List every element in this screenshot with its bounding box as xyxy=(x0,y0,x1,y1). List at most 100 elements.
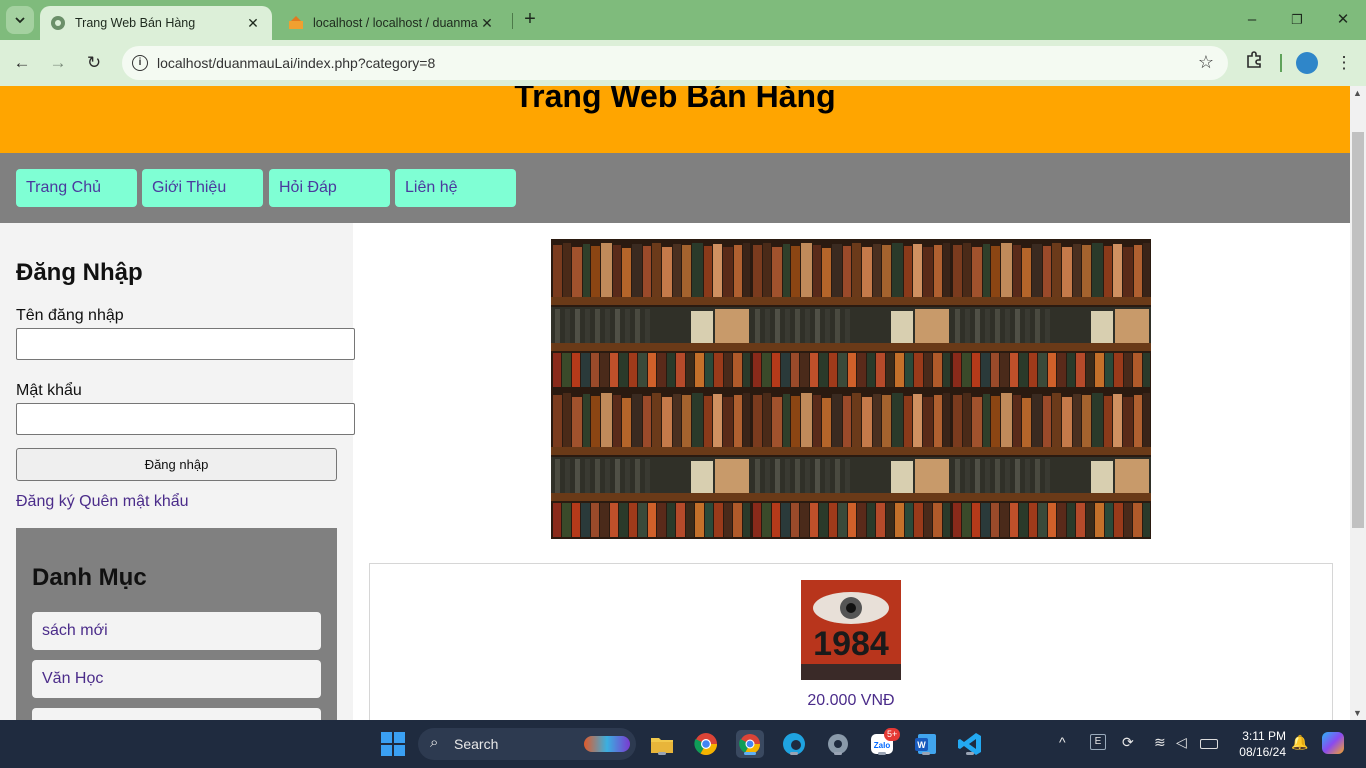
svg-text:W: W xyxy=(917,740,926,750)
bookshelf-image xyxy=(551,239,1151,539)
category-item-van-hoc[interactable]: Văn Học xyxy=(32,660,321,698)
extensions-button[interactable] xyxy=(1242,51,1266,75)
product-price: 20.000 VNĐ xyxy=(807,692,895,709)
nav-gioi-thieu[interactable]: Giới Thiệu xyxy=(142,169,263,207)
login-title: Đăng Nhập xyxy=(16,259,143,286)
info-icon[interactable]: i xyxy=(132,55,148,71)
password-label: Mật khẩu xyxy=(16,382,82,399)
nav-trang-chu[interactable]: Trang Chủ xyxy=(16,169,137,207)
close-window-button[interactable]: ✕ xyxy=(1331,8,1355,32)
tab-title: localhost / localhost / duanmau xyxy=(313,16,478,30)
back-button[interactable]: ← xyxy=(10,51,34,75)
page-viewport: Trang Web Bán Hàng Trang Chủ Giới Thiệu … xyxy=(0,86,1350,720)
running-indicator xyxy=(658,752,666,755)
taskbar-search[interactable]: ⌕ Search xyxy=(418,728,636,760)
nav-hoi-dap[interactable]: Hỏi Đáp xyxy=(269,169,390,207)
username-label: Tên đăng nhập xyxy=(16,307,124,324)
start-button[interactable] xyxy=(381,732,405,756)
input-method-icon[interactable]: E xyxy=(1090,734,1106,750)
puzzle-icon xyxy=(1247,51,1261,68)
browser-toolbar: ← → ↻ i localhost/duanmauLai/index.php?c… xyxy=(0,40,1366,86)
tab-separator xyxy=(512,13,513,29)
svg-text:Zalo: Zalo xyxy=(874,741,891,750)
clock-time: 3:11 PM xyxy=(1242,729,1286,743)
zalo-button[interactable]: Zalo 5+ xyxy=(868,728,901,758)
scrollbar-thumb[interactable] xyxy=(1352,132,1364,528)
running-indicator xyxy=(790,752,798,755)
arrow-left-icon: ← xyxy=(13,53,31,72)
forgot-password-link[interactable]: Quên mật khẩu xyxy=(79,493,188,510)
volume-icon[interactable]: ◁ xyxy=(1176,734,1187,751)
close-icon[interactable]: ✕ xyxy=(478,15,496,32)
address-bar[interactable]: i localhost/duanmauLai/index.php?categor… xyxy=(122,46,1228,80)
login-button[interactable]: Đăng nhập xyxy=(16,448,337,481)
running-indicator xyxy=(834,752,842,755)
scroll-down-icon[interactable]: ▼ xyxy=(1353,708,1362,718)
product-image[interactable]: 1984 xyxy=(801,580,901,680)
close-icon[interactable]: ✕ xyxy=(244,15,262,32)
windows-icon xyxy=(381,732,392,743)
search-highlight-icon xyxy=(584,736,630,752)
nav-lien-he[interactable]: Liên hệ xyxy=(395,169,516,207)
tab-search-button[interactable] xyxy=(6,6,34,34)
url-text[interactable]: localhost/duanmauLai/index.php?category=… xyxy=(157,55,435,71)
chrome-button[interactable] xyxy=(692,730,720,758)
username-input[interactable] xyxy=(16,328,355,360)
running-indicator xyxy=(966,752,974,755)
category-item-sach-moi[interactable]: sách mới xyxy=(32,612,321,650)
page-scrollbar[interactable]: ▲ ▼ xyxy=(1350,86,1366,720)
minimize-button[interactable]: – xyxy=(1240,8,1264,32)
close-icon: ✕ xyxy=(1336,11,1350,28)
phpmyadmin-icon xyxy=(289,16,303,29)
minimize-icon: – xyxy=(1247,11,1257,28)
browser-tab-bar: Trang Web Bán Hàng ✕ localhost / localho… xyxy=(0,0,1366,40)
battery-icon[interactable] xyxy=(1200,739,1218,749)
windows-icon-pane xyxy=(394,745,405,756)
chrome-active-button[interactable] xyxy=(736,730,764,758)
password-input[interactable] xyxy=(16,403,355,435)
plus-icon: + xyxy=(524,8,536,30)
edge-button[interactable] xyxy=(780,730,808,758)
settings-button[interactable] xyxy=(824,730,852,758)
site-nav: Trang Chủ Giới Thiệu Hỏi Đáp Liên hệ xyxy=(0,153,1350,223)
forward-button[interactable]: → xyxy=(46,51,70,75)
book-cover-1984: 1984 xyxy=(801,580,901,680)
chrome-menu-button[interactable]: ⋮ xyxy=(1332,51,1356,75)
tab-phpmyadmin[interactable]: localhost / localhost / duanmau ✕ xyxy=(278,6,506,40)
sidebar: Đăng Nhập Tên đăng nhập Mật khẩu Đăng nh… xyxy=(0,223,355,720)
file-explorer-button[interactable] xyxy=(648,730,676,758)
search-placeholder: Search xyxy=(454,736,499,752)
running-indicator xyxy=(744,752,756,755)
new-tab-button[interactable]: + xyxy=(518,8,542,32)
category-item[interactable] xyxy=(32,708,321,720)
globe-icon xyxy=(51,16,65,30)
star-icon[interactable]: ☆ xyxy=(1198,52,1214,73)
copilot-icon[interactable] xyxy=(1322,732,1344,754)
clock-date: 08/16/24 xyxy=(1239,745,1286,759)
scroll-up-icon[interactable]: ▲ xyxy=(1353,88,1362,98)
windows-icon-pane xyxy=(394,732,405,743)
sync-icon[interactable]: ⟳ xyxy=(1122,734,1134,751)
tab-trang-web[interactable]: Trang Web Bán Hàng ✕ xyxy=(40,6,272,40)
windows-icon-pane xyxy=(381,745,392,756)
vscode-button[interactable] xyxy=(956,730,984,758)
site-header: Trang Web Bán Hàng xyxy=(0,86,1350,153)
chevron-down-icon xyxy=(15,17,25,24)
product-card[interactable]: 1984 20.000 VNĐ xyxy=(369,563,1333,720)
reload-button[interactable]: ↻ xyxy=(82,51,106,75)
kebab-menu-icon: ⋮ xyxy=(1335,53,1353,72)
tab-title: Trang Web Bán Hàng xyxy=(75,16,196,30)
wifi-icon[interactable]: ≋ xyxy=(1154,734,1166,751)
chrome-icon xyxy=(694,733,717,755)
toolbar-separator xyxy=(1280,54,1282,72)
profile-avatar[interactable] xyxy=(1296,52,1318,74)
register-link[interactable]: Đăng ký xyxy=(16,493,75,510)
word-button[interactable]: W xyxy=(912,730,940,758)
chevron-up-icon[interactable]: ^ xyxy=(1059,734,1066,750)
category-box: Danh Mục sách mới Văn Học xyxy=(16,528,337,720)
bell-icon[interactable]: 🔔 xyxy=(1291,734,1308,751)
site-title: Trang Web Bán Hàng xyxy=(514,86,836,114)
restore-button[interactable]: ❐ xyxy=(1285,8,1309,32)
clock[interactable]: 3:11 PM 08/16/24 xyxy=(1228,728,1286,760)
search-icon: ⌕ xyxy=(430,734,439,751)
